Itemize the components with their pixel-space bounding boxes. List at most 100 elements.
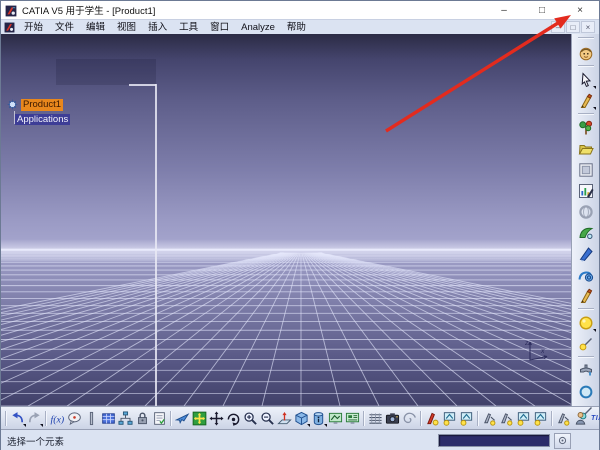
render-style-button[interactable]: [310, 409, 327, 428]
paint-button[interactable]: [576, 223, 596, 243]
compare-button[interactable]: [532, 409, 549, 428]
open-catalog-button[interactable]: [576, 139, 596, 159]
formula-button[interactable]: f(x): [49, 409, 66, 428]
axis-label-x: x: [540, 348, 545, 355]
faucet-button[interactable]: [576, 361, 596, 381]
measure-tool-button[interactable]: [555, 409, 572, 428]
frame-button[interactable]: [576, 160, 596, 180]
toolbar-separator: [577, 356, 594, 358]
undo-button[interactable]: [9, 409, 26, 428]
redo-button[interactable]: [26, 409, 43, 428]
camera-icon: [385, 411, 400, 426]
yellow-circle-icon: [578, 315, 594, 331]
clash-button[interactable]: [498, 409, 515, 428]
fly-mode-button[interactable]: [174, 409, 191, 428]
draw-tools-button[interactable]: [576, 91, 596, 111]
split-view-button[interactable]: [344, 409, 361, 428]
sweep-button[interactable]: [576, 244, 596, 264]
circle-button[interactable]: [576, 382, 596, 402]
measure-item-view-button[interactable]: [441, 409, 458, 428]
close-button[interactable]: ×: [561, 1, 599, 19]
toolbar-separator: [45, 410, 47, 426]
manikin-button[interactable]: [572, 409, 589, 428]
world-button[interactable]: [576, 202, 596, 222]
active-workbench-button[interactable]: [576, 43, 596, 63]
green-brush-icon: [578, 225, 594, 241]
slim-icon: [84, 411, 99, 426]
workspace: Product1 Applications z x: [1, 34, 599, 419]
multi-view-button[interactable]: [327, 409, 344, 428]
tree-node-product[interactable]: Product1: [21, 98, 64, 111]
screen-b-icon: [345, 411, 360, 426]
ruler-button[interactable]: [367, 409, 384, 428]
dropdown-arrow-icon: [592, 328, 596, 332]
menu-item-start[interactable]: 开始: [18, 20, 49, 35]
menu-item-help[interactable]: 帮助: [281, 20, 312, 35]
measure-gray-icon: [482, 411, 497, 426]
zoom-in-icon: [243, 411, 258, 426]
open-folder-icon: [578, 141, 594, 157]
spiral-tool-button[interactable]: [576, 265, 596, 285]
annotate-button[interactable]: [576, 286, 596, 306]
iso-view-button[interactable]: [293, 409, 310, 428]
minimize-button[interactable]: –: [485, 1, 523, 19]
pan-button[interactable]: [208, 409, 225, 428]
ruler-icon: [368, 411, 383, 426]
sectioning-button[interactable]: [515, 409, 532, 428]
viewport-3d[interactable]: Product1 Applications z x: [1, 34, 572, 406]
fit-all-button[interactable]: [191, 409, 208, 428]
blue-ring-icon: [578, 384, 594, 400]
design-table-button[interactable]: [100, 409, 117, 428]
knowledge-chart-button[interactable]: [576, 181, 596, 201]
monitor-cyan-icon: [459, 411, 474, 426]
fly-icon: [175, 411, 190, 426]
menu-item-window[interactable]: 窗口: [204, 20, 235, 35]
workbench-icon: [578, 45, 594, 61]
menu-item-analyze[interactable]: Analyze: [235, 20, 281, 35]
person-icon: [573, 411, 588, 426]
mdi-close-button[interactable]: ×: [581, 21, 595, 33]
pin-button[interactable]: [83, 409, 100, 428]
power-input-button[interactable]: [554, 432, 571, 449]
menu-item-file[interactable]: 文件: [49, 20, 80, 35]
zoom-in-button[interactable]: [242, 409, 259, 428]
table-icon: [101, 411, 116, 426]
normal-view-button[interactable]: [276, 409, 293, 428]
maximize-button[interactable]: □: [523, 1, 561, 19]
chart-icon: [578, 183, 594, 199]
fx-icon: f(x): [50, 411, 65, 426]
distance-analysis-button[interactable]: [481, 409, 498, 428]
title-bar: CATIA V5 用于学生 - [Product1] – □ ×: [1, 1, 599, 19]
select-button[interactable]: [576, 70, 596, 90]
perspective-grid: [1, 248, 572, 406]
rotate-button[interactable]: [225, 409, 242, 428]
tree-node-applications[interactable]: Applications: [15, 114, 71, 125]
annotation-button[interactable]: [66, 409, 83, 428]
mdi-restore-button[interactable]: □: [566, 21, 580, 33]
menu-item-tools[interactable]: 工具: [173, 20, 204, 35]
snail-icon: [578, 267, 594, 283]
catalog-browser-button[interactable]: [576, 118, 596, 138]
tree-icon: [578, 120, 594, 136]
measure-item-button[interactable]: [576, 334, 596, 354]
faucet-icon: [578, 363, 594, 379]
camera-button[interactable]: [384, 409, 401, 428]
zoom-out-button[interactable]: [259, 409, 276, 428]
structure-button[interactable]: [117, 409, 134, 428]
pan-icon: [209, 410, 224, 426]
frame-icon: [578, 162, 594, 178]
svg-text:f(x): f(x): [50, 414, 64, 425]
power-input-field[interactable]: [438, 434, 550, 447]
menu-item-view[interactable]: 视图: [111, 20, 142, 35]
monitor-cyan-icon: [442, 411, 457, 426]
menu-item-edit[interactable]: 编辑: [80, 20, 111, 35]
measure-between-button[interactable]: [424, 409, 441, 428]
light-button[interactable]: [576, 313, 596, 333]
check-document-button[interactable]: [151, 409, 168, 428]
mdi-minimize-button[interactable]: –: [551, 21, 565, 33]
menu-item-insert[interactable]: 插入: [142, 20, 173, 35]
measure-red-icon: [425, 411, 440, 426]
lock-button[interactable]: [134, 409, 151, 428]
measure-inertia-button[interactable]: [458, 409, 475, 428]
render-button[interactable]: [401, 409, 418, 428]
